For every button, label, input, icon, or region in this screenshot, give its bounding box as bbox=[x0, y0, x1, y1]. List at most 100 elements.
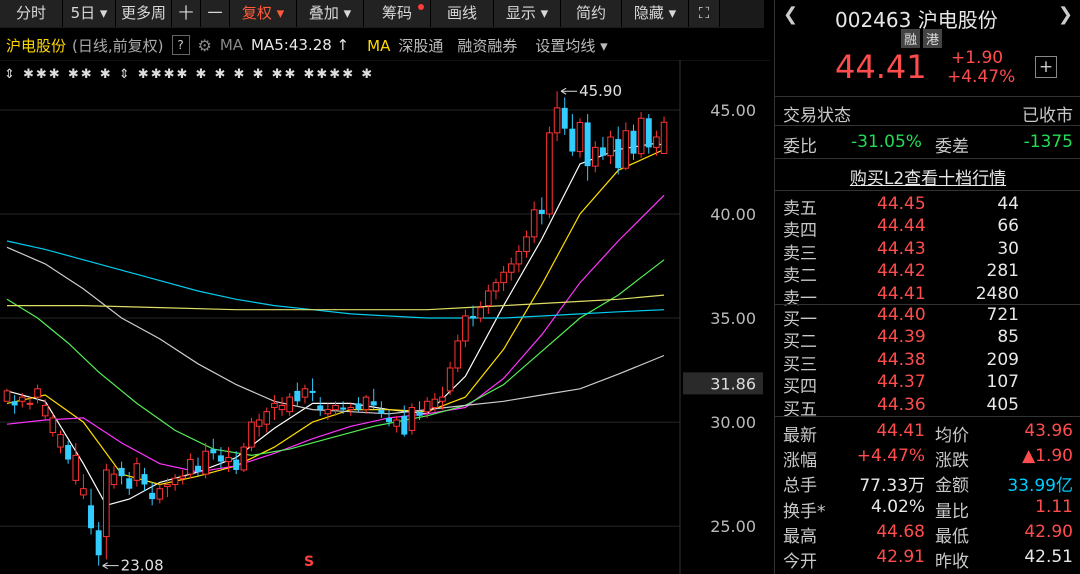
ask-label: 卖五 bbox=[783, 199, 817, 219]
candle-body bbox=[248, 421, 255, 448]
price-change: +1.90 bbox=[951, 48, 1004, 68]
candle-body bbox=[156, 488, 164, 500]
event-marks: ⇕ ✱✱✱ ✱✱ ✱ ⇕ ✱✱✱✱ ✱ ✱ ✱ ✱ ✱✱ ✱✱✱✱ ✱ bbox=[4, 67, 374, 82]
zoom-in-button[interactable]: 十 bbox=[172, 0, 201, 27]
candle-body bbox=[347, 407, 355, 411]
y-tick-label: 25.00 bbox=[710, 517, 756, 536]
tab-intraday[interactable]: 分时 bbox=[0, 0, 63, 27]
candle-body bbox=[622, 130, 630, 169]
stat-label: 涨跌 bbox=[935, 451, 969, 472]
fullscreen-icon[interactable]: ⛶ bbox=[689, 0, 720, 27]
candle-body bbox=[271, 402, 278, 409]
bid-price: 44.38 bbox=[877, 349, 926, 370]
display-button[interactable]: 显示 ▾ bbox=[494, 0, 561, 27]
tab-5day[interactable]: 5日 ▾ bbox=[63, 0, 116, 27]
candle-body bbox=[324, 409, 332, 415]
trade-state-value: 已收市 bbox=[1022, 106, 1073, 126]
add-watchlist-button[interactable]: + bbox=[1035, 56, 1057, 78]
order-ratio-value: -31.05% bbox=[851, 132, 922, 152]
candle-body bbox=[408, 407, 416, 431]
candle-body bbox=[309, 390, 316, 393]
candle-body bbox=[576, 121, 584, 153]
candle-body bbox=[179, 475, 187, 479]
candle-body bbox=[95, 530, 102, 556]
candle-body bbox=[255, 419, 263, 427]
candle-body bbox=[202, 450, 209, 475]
prev-stock-icon[interactable]: ❮ bbox=[783, 4, 798, 25]
candle-body bbox=[301, 388, 309, 398]
quote-panel: ❮ 002463 沪电股份 ❯ 融港 44.41 +1.90 +4.47% + … bbox=[774, 0, 1080, 574]
candle-body bbox=[515, 250, 523, 265]
zoom-out-button[interactable]: 一 bbox=[201, 0, 230, 27]
candle-body bbox=[393, 419, 400, 427]
stat-label: 涨幅 bbox=[783, 451, 817, 472]
candle-body bbox=[118, 467, 125, 477]
bid-label: 买四 bbox=[783, 377, 817, 398]
margin-trading-link[interactable]: 融资融券 bbox=[457, 35, 517, 56]
candle-body bbox=[569, 128, 576, 152]
last-price: 44.41 bbox=[835, 48, 927, 86]
candle-body bbox=[362, 396, 370, 411]
stat-value: 42.51 bbox=[1024, 547, 1073, 567]
stat-value: 43.96 bbox=[1024, 421, 1073, 441]
candle-body bbox=[653, 136, 660, 148]
chart-info-bar: 沪电股份 (日线,前复权) ? ⚙ MA MA5:43.28 ↑ MA 深股通 融… bbox=[0, 30, 770, 60]
l2-upsell-link[interactable]: 购买L2查看十档行情 bbox=[775, 164, 1080, 189]
draw-line-button[interactable]: 画线 bbox=[431, 0, 494, 27]
more-period-button[interactable]: 更多周 bbox=[116, 0, 172, 27]
stock-name: 沪电股份 bbox=[6, 36, 67, 55]
margin-badge: 融 bbox=[901, 29, 921, 48]
order-diff-label: 委差 bbox=[935, 137, 969, 157]
stat-label: 今开 bbox=[783, 552, 817, 572]
candle-body bbox=[523, 236, 530, 252]
ma-settings-button[interactable]: 设置均线 ▾ bbox=[535, 35, 607, 56]
stat-value: 33.99亿 bbox=[1007, 476, 1073, 497]
candle-body bbox=[263, 411, 271, 425]
chart-mode: (日线,前复权) bbox=[72, 36, 164, 55]
y-tick-label: 45.00 bbox=[710, 101, 756, 120]
candle-body bbox=[80, 488, 87, 496]
gear-icon[interactable]: ⚙ bbox=[198, 36, 212, 55]
ask-volume: 2480 bbox=[975, 283, 1019, 304]
stat-value: 44.41 bbox=[876, 421, 925, 441]
current-price-label: 31.86 bbox=[710, 374, 756, 393]
candle-body bbox=[88, 505, 95, 529]
stat-label: 最新 bbox=[783, 426, 817, 446]
ma-prefix: MA bbox=[367, 36, 391, 55]
candle-body bbox=[370, 401, 377, 406]
overlay-button[interactable]: 叠加 ▾ bbox=[297, 0, 364, 27]
candle-body bbox=[446, 367, 454, 392]
bid-price: 44.40 bbox=[877, 305, 926, 325]
candle-body bbox=[599, 147, 606, 156]
hide-button[interactable]: 隐藏 ▾ bbox=[622, 0, 689, 27]
candle-body bbox=[110, 473, 118, 486]
bid-label: 买三 bbox=[783, 354, 817, 375]
bid-volume: 209 bbox=[986, 349, 1019, 370]
next-stock-icon[interactable]: ❯ bbox=[1058, 4, 1073, 25]
candle-body bbox=[591, 146, 599, 167]
bid-volume: 107 bbox=[986, 372, 1019, 393]
candle-body bbox=[416, 411, 423, 416]
stat-label: 金额 bbox=[935, 476, 969, 497]
kline-chart[interactable]: 45.00 40.00 35.00 30.00 25.00 31.86 45.90 23.08… bbox=[0, 60, 770, 574]
ma-line bbox=[6, 194, 665, 473]
chips-button[interactable]: 筹码 bbox=[364, 0, 431, 27]
sz-connect-link[interactable]: 深股通 bbox=[398, 37, 443, 55]
stat-label: 最低 bbox=[935, 526, 969, 547]
y-tick-label: 40.00 bbox=[710, 205, 756, 224]
ask-price: 44.41 bbox=[877, 283, 926, 304]
ask-label: 卖二 bbox=[783, 266, 817, 287]
price-row: 44.41 +1.90 +4.47% + bbox=[775, 48, 1080, 88]
candle-body bbox=[439, 396, 446, 402]
adjust-button[interactable]: 复权 ▾ bbox=[230, 0, 297, 27]
simple-button[interactable]: 简约 bbox=[561, 0, 622, 27]
candle-body bbox=[49, 417, 57, 433]
ask-volume: 30 bbox=[997, 238, 1019, 259]
stat-value: 42.90 bbox=[1024, 521, 1073, 542]
candle-body bbox=[386, 417, 392, 423]
candle-body bbox=[340, 407, 347, 410]
moving-averages bbox=[6, 142, 665, 507]
title-row: ❮ 002463 沪电股份 ❯ bbox=[775, 4, 1080, 32]
help-button[interactable]: ? bbox=[171, 35, 190, 55]
bid-label: 买二 bbox=[783, 332, 817, 353]
